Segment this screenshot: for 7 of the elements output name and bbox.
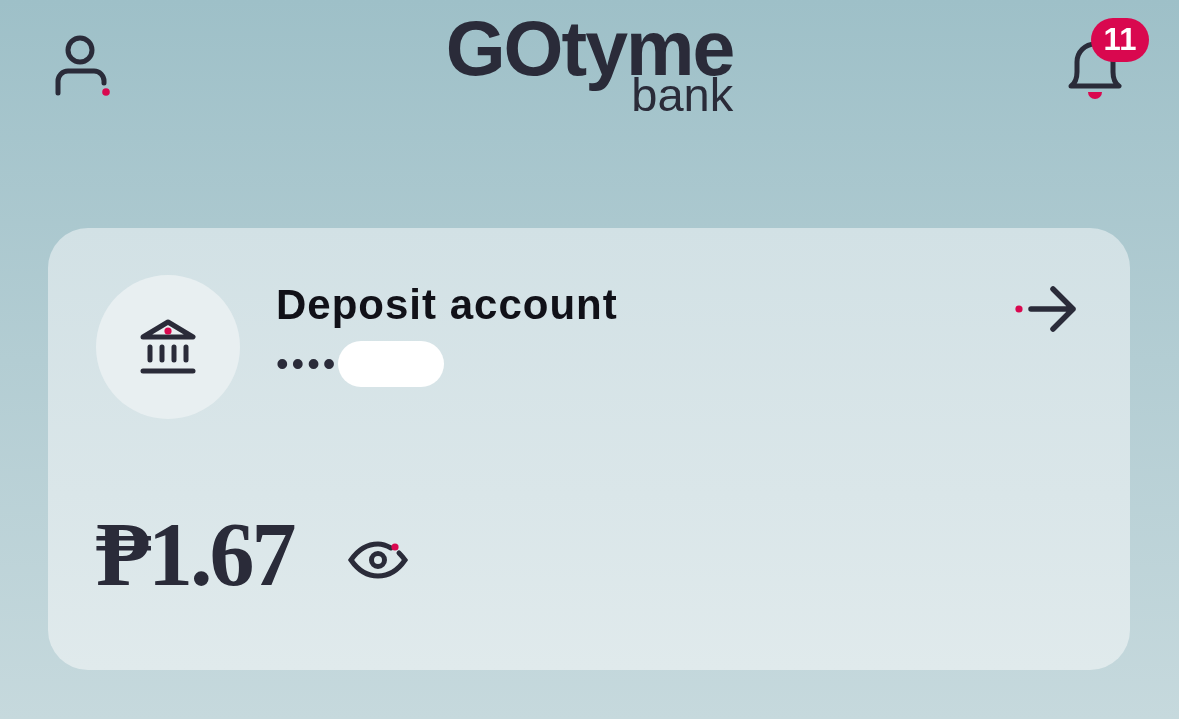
arrow-right-icon[interactable] xyxy=(1015,285,1079,333)
masked-account-number: •••• xyxy=(276,342,339,386)
account-card[interactable]: Deposit account •••• ₱1.67 xyxy=(48,228,1130,670)
balance-amount: ₱1.67 xyxy=(96,507,294,603)
eye-icon[interactable] xyxy=(347,539,410,581)
notification-badge: 11 xyxy=(1091,18,1149,62)
account-title: Deposit account xyxy=(276,281,618,329)
